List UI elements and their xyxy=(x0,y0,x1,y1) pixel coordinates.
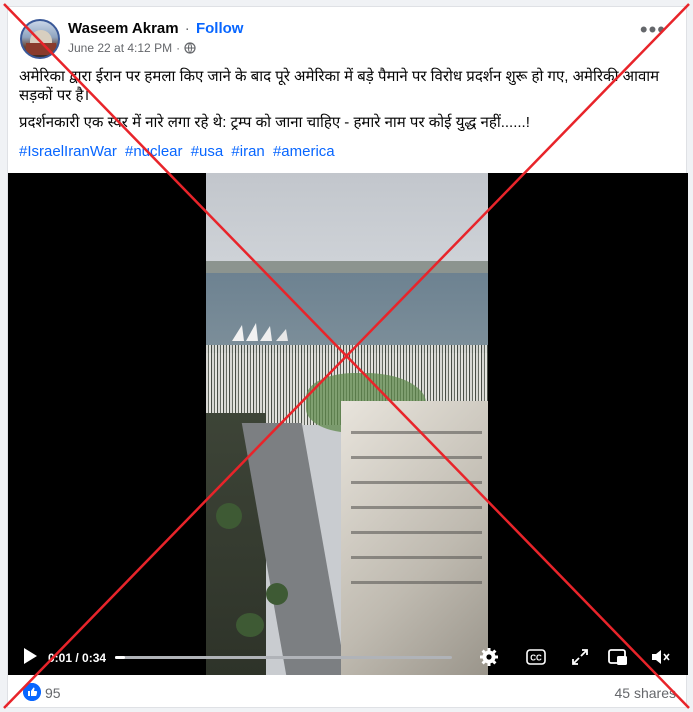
hashtag-link[interactable]: #usa xyxy=(191,143,224,160)
like-icon[interactable] xyxy=(23,683,41,701)
name-separator: · xyxy=(184,20,190,37)
video-progress-bar[interactable] xyxy=(115,656,452,659)
post-footer: 95 45 shares xyxy=(8,679,688,707)
video-tall-ships xyxy=(232,323,288,341)
hashtag-link[interactable]: #nuclear xyxy=(125,143,183,160)
video-duration: 0:34 xyxy=(82,651,107,665)
post-paragraph-2: प्रदर्शनकारी एक स्वर में नारे लगा रहे थे… xyxy=(19,114,530,131)
video-controls: 0:01 / 0:34 CC xyxy=(8,639,688,675)
video-time: 0:01 / 0:34 xyxy=(48,651,106,665)
post-timestamp[interactable]: June 22 at 4:12 PM xyxy=(68,41,172,55)
picture-in-picture-icon[interactable] xyxy=(608,647,628,667)
video-tree xyxy=(236,613,264,637)
video-player[interactable]: 0:01 / 0:34 CC xyxy=(8,173,688,675)
video-frame-aerial-protest xyxy=(206,173,488,675)
video-time-separator: / xyxy=(72,651,83,665)
avatar-building-shape xyxy=(26,43,56,55)
fullscreen-icon[interactable] xyxy=(570,647,590,667)
avatar-dome-shape xyxy=(30,30,52,44)
author-name[interactable]: Waseem Akram xyxy=(68,20,179,37)
more-options-icon[interactable]: ••• xyxy=(640,19,666,41)
video-progress-fill xyxy=(115,656,126,659)
hashtag-link[interactable]: #IsraelIranWar xyxy=(19,143,117,160)
hashtag-link[interactable]: #iran xyxy=(231,143,264,160)
post-card: Waseem Akram · Follow June 22 at 4:12 PM… xyxy=(7,6,688,708)
meta-separator: · xyxy=(176,41,181,55)
video-right-building xyxy=(341,401,488,675)
video-current-time: 0:01 xyxy=(48,651,73,665)
video-tree xyxy=(266,583,288,605)
author-avatar[interactable] xyxy=(20,19,60,59)
reaction-count[interactable]: 95 xyxy=(45,685,61,701)
follow-button[interactable]: Follow xyxy=(196,20,244,37)
captions-icon[interactable]: CC xyxy=(526,647,546,667)
globe-icon xyxy=(184,42,196,54)
share-count[interactable]: 45 shares xyxy=(615,685,676,701)
post-body: अमेरिका द्वारा ईरान पर हमला किए जाने के … xyxy=(19,67,679,140)
play-icon[interactable] xyxy=(22,647,38,665)
settings-icon[interactable] xyxy=(479,647,499,667)
mute-icon[interactable] xyxy=(651,647,671,667)
post-paragraph-1: अमेरिका द्वारा ईरान पर हमला किए जाने के … xyxy=(19,68,660,104)
video-sky xyxy=(206,173,488,268)
author-row: Waseem Akram · Follow xyxy=(68,20,243,37)
post-meta: June 22 at 4:12 PM · xyxy=(68,41,196,55)
hashtag-link[interactable]: #america xyxy=(273,143,335,160)
video-tree xyxy=(216,503,242,529)
hashtag-list: #IsraelIranWar #nuclear #usa #iran #amer… xyxy=(19,143,339,160)
captions-label: CC xyxy=(530,654,542,663)
